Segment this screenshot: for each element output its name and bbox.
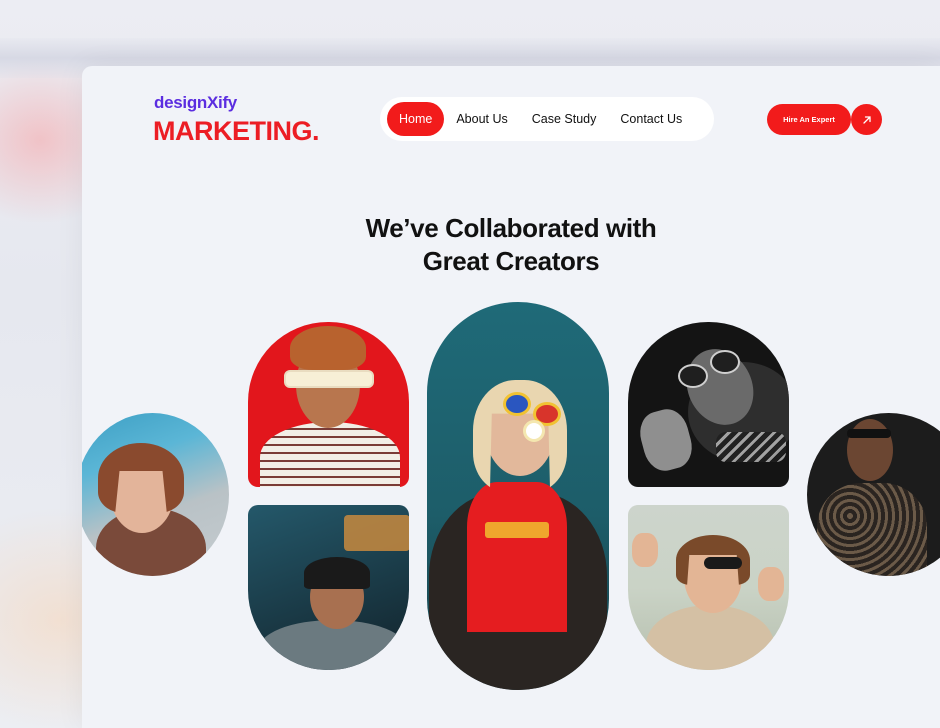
creator-photo-woman-left: [82, 413, 229, 576]
brand-logo-main[interactable]: MARKETING.: [153, 116, 320, 147]
creator-photo-man-red: [248, 322, 409, 487]
heading-line-2: Great Creators: [422, 246, 600, 276]
creator-photo-woman-center: [427, 302, 609, 690]
website-card: designXify MARKETING. Home About Us Case…: [82, 66, 940, 728]
hire-expert-button[interactable]: Hire An Expert: [767, 104, 851, 135]
nav-home[interactable]: Home: [387, 102, 445, 136]
section-heading: We’ve Collaborated with Great Creators: [82, 212, 940, 278]
arrow-up-right-button[interactable]: [851, 104, 882, 135]
creator-photo-man-cap: [248, 505, 409, 670]
creator-photo-woman-excited: [628, 505, 789, 670]
creator-photo-woman-bw: [628, 322, 789, 487]
arrow-up-right-icon: [862, 115, 871, 124]
nav-about-us[interactable]: About Us: [444, 102, 519, 136]
nav-case-study[interactable]: Case Study: [520, 102, 609, 136]
heading-line-1: We’ve Collaborated with: [365, 213, 657, 243]
creator-photo-man-right: [807, 413, 940, 576]
nav-contact-us[interactable]: Contact Us: [608, 102, 694, 136]
brand-logo-top[interactable]: designXify: [154, 93, 237, 113]
main-nav: Home About Us Case Study Contact Us: [380, 97, 714, 141]
